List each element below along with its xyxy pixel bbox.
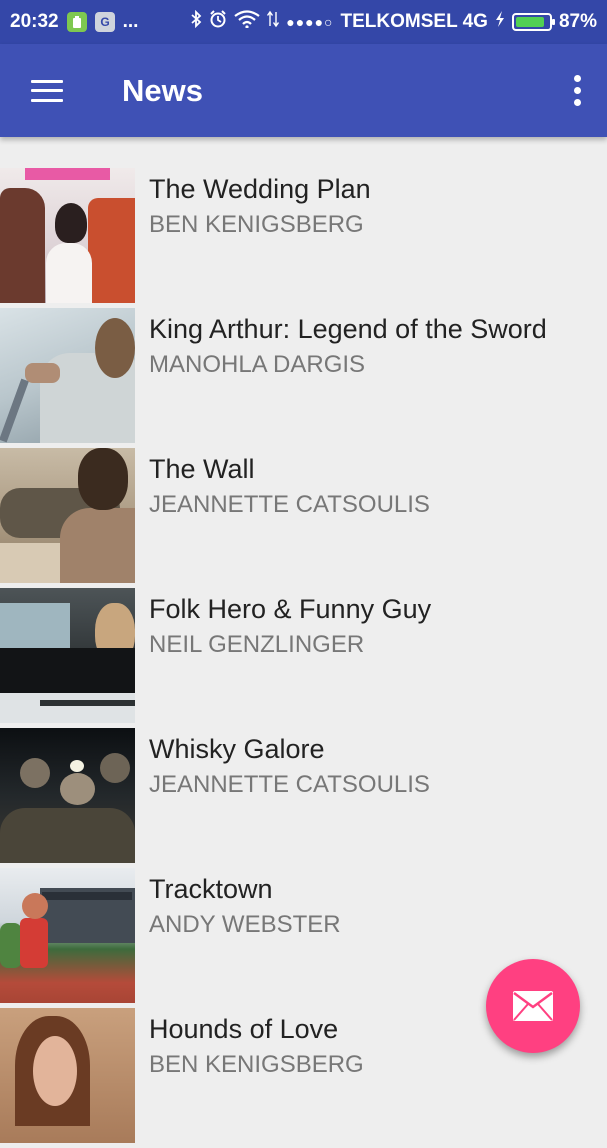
news-author: JEANNETTE CATSOULIS xyxy=(149,771,430,798)
news-author: MANOHLA DARGIS xyxy=(149,351,366,378)
google-icon: G xyxy=(94,12,115,32)
data-arrows-icon xyxy=(267,10,280,34)
status-bar: 20:32 G ... ●●●●○ TELKOMSEL 4G 87% xyxy=(0,0,607,44)
news-thumbnail xyxy=(0,448,135,583)
menu-button[interactable] xyxy=(0,44,94,137)
news-thumbnail xyxy=(0,588,135,723)
battery-icon xyxy=(511,13,555,31)
news-author: BEN KENIGSBERG xyxy=(149,211,364,238)
more-options-button[interactable] xyxy=(547,44,607,137)
battery-level-fill xyxy=(515,17,544,27)
news-author: JEANNETTE CATSOULIS xyxy=(149,491,430,518)
news-title: Tracktown xyxy=(149,874,273,904)
list-item[interactable]: The Wall JEANNETTE CATSOULIS xyxy=(0,448,607,588)
more-notifications: ... xyxy=(122,11,139,32)
news-author: NEIL GENZLINGER xyxy=(149,631,365,658)
news-author: BEN KENIGSBERG xyxy=(149,1051,364,1078)
mail-icon xyxy=(513,991,553,1021)
svg-text:G: G xyxy=(100,15,109,29)
news-title: The Wedding Plan xyxy=(149,174,371,204)
news-author: ANDY WEBSTER xyxy=(149,911,341,938)
charging-icon xyxy=(495,10,505,34)
news-title: King Arthur: Legend of the Sword xyxy=(149,314,547,344)
news-thumbnail xyxy=(0,308,135,443)
news-title: Folk Hero & Funny Guy xyxy=(149,594,432,624)
list-item[interactable]: Whisky Galore JEANNETTE CATSOULIS xyxy=(0,728,607,868)
bluetooth-icon xyxy=(190,9,202,34)
list-item[interactable]: Folk Hero & Funny Guy NEIL GENZLINGER xyxy=(0,588,607,728)
list-item[interactable]: The Wedding Plan BEN KENIGSBERG xyxy=(0,168,607,308)
news-thumbnail xyxy=(0,728,135,863)
page-title: News xyxy=(122,72,203,108)
alarm-icon xyxy=(209,10,227,34)
list-item[interactable]: King Arthur: Legend of the Sword MANOHLA… xyxy=(0,308,607,448)
app-bar: News xyxy=(0,44,607,137)
compose-mail-button[interactable] xyxy=(486,959,580,1053)
news-title: The Wall xyxy=(149,454,255,484)
more-vert-icon xyxy=(573,75,581,82)
carrier-label: TELKOMSEL 4G xyxy=(340,11,488,32)
news-thumbnail xyxy=(0,168,135,303)
news-thumbnail xyxy=(0,868,135,1003)
news-thumbnail xyxy=(0,1008,135,1143)
battery-percent: 87% xyxy=(558,11,597,32)
news-title: Whisky Galore xyxy=(149,734,325,764)
menu-icon xyxy=(31,79,63,102)
wifi-icon xyxy=(234,10,260,34)
news-title: Hounds of Love xyxy=(149,1014,339,1044)
battery-saver-icon xyxy=(66,12,87,32)
signal-strength: ●●●●○ xyxy=(286,14,334,30)
status-time: 20:32 xyxy=(10,11,59,32)
